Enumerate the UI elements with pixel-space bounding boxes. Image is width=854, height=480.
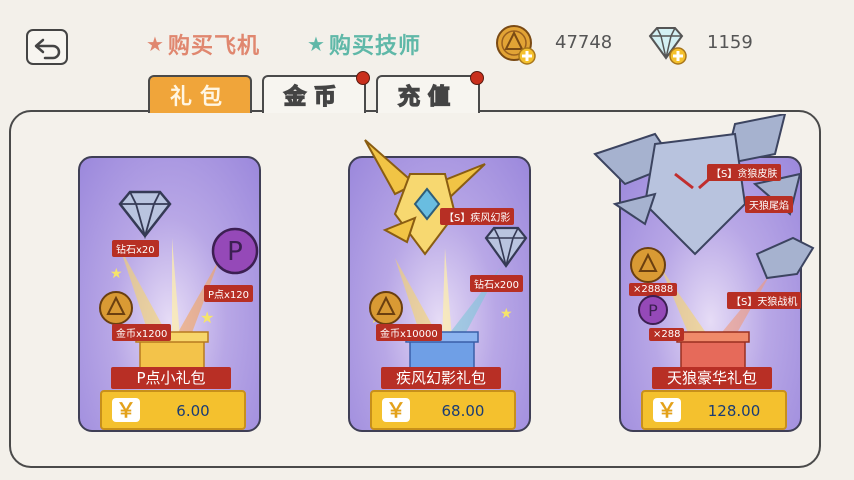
item-tag: 金币x10000 — [376, 324, 442, 341]
pack-name: 疾风幻影礼包 — [381, 367, 501, 389]
coin-icon — [630, 247, 666, 283]
back-button[interactable] — [26, 29, 68, 65]
price-label: 128.00 — [707, 402, 761, 420]
yen-icon: ￥ — [112, 398, 140, 422]
yen-icon: ￥ — [653, 398, 681, 422]
notification-dot — [470, 71, 484, 85]
tab-label: 金币 — [283, 84, 344, 110]
star-icon: ★ — [146, 32, 164, 56]
p-point-icon: P — [638, 295, 668, 325]
item-tag: ×288 — [649, 328, 685, 341]
item-tag: 钻石x20 — [112, 240, 159, 257]
pack-name: P点小礼包 — [111, 367, 231, 389]
buy-plane-tab[interactable]: ★ 购买飞机 — [146, 27, 260, 61]
diamond-icon — [118, 190, 172, 240]
svg-text:★: ★ — [110, 266, 123, 282]
gem-count: 1159 — [707, 32, 753, 53]
buy-mechanic-tab[interactable]: ★ 购买技师 — [307, 27, 421, 61]
notification-dot — [356, 71, 370, 85]
item-tag: 钻石x200 — [470, 275, 524, 292]
coin-icon — [99, 291, 133, 325]
tab-coins[interactable]: 金币 — [262, 71, 370, 113]
pack-card-sirius-deluxe[interactable]: ★ 【S】贪狼皮肤 天狼尾焰 【S】天狼战机 ×28888 P ×288 天狼豪… — [593, 114, 815, 432]
buy-button[interactable]: ￥ 68.00 — [370, 390, 516, 430]
item-tag: 金币x1200 — [112, 324, 172, 341]
diamond-icon — [484, 226, 528, 268]
svg-text:★: ★ — [500, 306, 513, 322]
svg-text:★: ★ — [200, 308, 214, 327]
buy-plane-label: 购买飞机 — [167, 34, 260, 59]
item-tag: P点x120 — [204, 285, 254, 302]
tab-gift-pack[interactable]: 礼包 — [148, 75, 252, 113]
buy-mechanic-label: 购买技师 — [328, 34, 421, 59]
p-point-icon: P — [211, 227, 259, 275]
yen-icon: ￥ — [382, 398, 410, 422]
buy-button[interactable]: ￥ 128.00 — [641, 390, 787, 430]
tab-label: 充值 — [397, 84, 458, 110]
coin-count: 47748 — [555, 32, 613, 53]
tab-label: 礼包 — [169, 85, 230, 110]
gem-plus-icon[interactable] — [644, 24, 688, 66]
buy-button[interactable]: ￥ 6.00 — [100, 390, 246, 430]
price-label: 68.00 — [441, 402, 485, 420]
pack-name: 天狼豪华礼包 — [652, 367, 772, 389]
price-label: 6.00 — [176, 402, 210, 420]
tab-recharge[interactable]: 充值 — [376, 71, 484, 113]
item-tag: 天狼尾焰 — [745, 196, 793, 213]
pack-card-p-point[interactable]: ★ ★ ★ 钻石x20 P P点x120 金币x1200 P点小礼包 ￥ 6.0… — [78, 156, 261, 432]
plane-icon — [364, 139, 486, 256]
item-tag: 【S】贪狼皮肤 — [707, 164, 782, 181]
coin-icon — [369, 291, 403, 325]
back-arrow-icon — [34, 38, 61, 60]
item-tag: 【S】疾风幻影 — [440, 208, 515, 225]
coin-plus-icon[interactable] — [495, 24, 537, 66]
star-icon: ★ — [307, 32, 325, 56]
svg-text:P: P — [227, 237, 243, 267]
pack-card-gale-phantom[interactable]: ★ ★ 【S】疾风幻影 钻石x200 金币x10000 疾风幻影礼包 ￥ 68.… — [348, 139, 531, 432]
svg-text:P: P — [648, 301, 658, 320]
plane-icon — [755, 236, 815, 280]
item-tag: 【S】天狼战机 — [727, 292, 802, 309]
